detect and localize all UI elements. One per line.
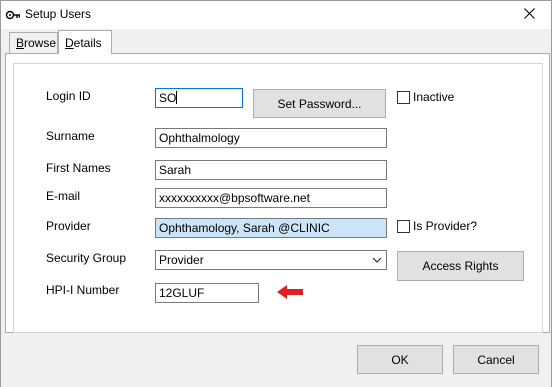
access-rights-button[interactable]: Access Rights [397,251,524,281]
is-provider-checkbox[interactable] [397,220,410,233]
provider-input[interactable]: Ophthamology, Sarah @CLINIC [155,218,387,238]
cancel-button[interactable]: Cancel [453,345,539,374]
security-group-label: Security Group [46,251,127,265]
ok-button[interactable]: OK [357,345,443,374]
surname-input[interactable]: Ophthalmology [155,128,387,148]
setup-users-window: Setup Users Browse Details Login ID SO S… [0,0,552,387]
inactive-label: Inactive [413,90,455,104]
security-group-value: Provider [159,253,204,267]
close-icon [523,8,535,22]
tab-details-label: etails [73,36,102,50]
close-button[interactable] [507,1,551,29]
set-password-button[interactable]: Set Password... [253,89,386,118]
title-bar: Setup Users [1,1,551,29]
hpi-i-number-input[interactable]: 12GLUF [155,283,259,303]
login-id-value: SO [159,91,177,105]
email-input[interactable]: xxxxxxxxxx@bpsoftware.net [155,188,387,208]
text-caret [176,91,178,104]
is-provider-label: Is Provider? [413,219,478,233]
surname-label: Surname [46,129,95,143]
security-group-select[interactable]: Provider [155,250,387,270]
login-id-label: Login ID [46,89,91,103]
tab-details-accesskey: D [65,36,74,50]
first-names-input[interactable]: Sarah [155,160,387,180]
provider-label: Provider [46,219,91,233]
hpi-i-number-label: HPI-I Number [46,283,120,297]
tab-details[interactable]: Details [58,30,112,54]
login-id-input[interactable]: SO [155,88,243,108]
tab-browse-label: rowse [24,36,57,50]
inactive-checkbox[interactable] [397,91,410,104]
email-label: E-mail [46,189,81,203]
red-arrow-icon [277,285,303,299]
tab-browse-accesskey: B [16,36,25,50]
window-title: Setup Users [25,7,92,21]
tab-browse[interactable]: Browse [9,32,58,53]
key-icon [5,7,21,23]
first-names-label: First Names [46,161,111,175]
chevron-down-icon [372,254,382,264]
